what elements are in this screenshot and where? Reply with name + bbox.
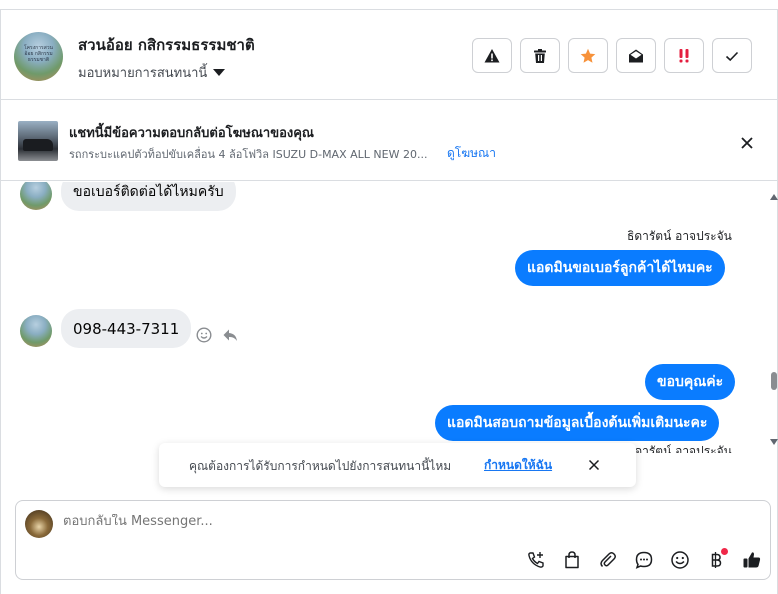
ad-reply-banner: แชทนี้มีข้อความตอบกลับต่อโฆษณาของคุณ รถก… bbox=[1, 101, 777, 181]
assign-conversation-dropdown[interactable]: มอบหมายการสนทนานี้ bbox=[78, 62, 226, 83]
envelope-open-icon bbox=[629, 49, 643, 62]
delete-button[interactable] bbox=[520, 38, 560, 73]
assign-to-me-link[interactable]: กำหนดให้ฉัน bbox=[484, 456, 552, 475]
message-incoming[interactable]: ขอเบอร์ติดต่อได้ไหมครับ bbox=[61, 182, 236, 211]
message-composer bbox=[15, 500, 771, 580]
done-button[interactable] bbox=[712, 38, 752, 73]
message-sender-name: ธิดารัตน์ อาจประจัน bbox=[627, 229, 732, 243]
shop-button[interactable] bbox=[560, 548, 584, 572]
emoji-react-icon[interactable] bbox=[196, 327, 212, 343]
paperclip-icon bbox=[600, 552, 616, 568]
message-outgoing[interactable]: แอดมินขอเบอร์ลูกค้าได้ไหมคะ bbox=[515, 250, 725, 286]
saved-replies-button[interactable] bbox=[632, 548, 656, 572]
message-scrollbar[interactable] bbox=[767, 182, 778, 453]
emoji-button[interactable] bbox=[668, 548, 692, 572]
message-list[interactable]: ขอเบอร์ติดต่อได้ไหมครับ ธิดารัตน์ อาจประ… bbox=[1, 182, 767, 453]
reply-icon[interactable] bbox=[222, 327, 238, 343]
composer-tools bbox=[524, 548, 764, 572]
emoji-icon bbox=[671, 551, 689, 569]
assign-reminder-text: คุณต้องการได้รับการกำหนดไปยังการสนทนานี้… bbox=[189, 459, 452, 473]
star-button[interactable] bbox=[568, 38, 608, 73]
ad-banner-subtitle: รถกระบะแคปตัวท็อปขับเคลื่อน 4 ล้อโฟวิล I… bbox=[69, 148, 428, 161]
exclamation-icon bbox=[679, 48, 689, 62]
mark-unread-button[interactable] bbox=[616, 38, 656, 73]
message-outgoing[interactable]: แอดมินสอบถามข้อมูลเบื้องต้นเพิ่มเติมนะคะ bbox=[435, 405, 720, 441]
scroll-thumb[interactable] bbox=[771, 372, 777, 390]
scroll-up-arrow-icon[interactable] bbox=[770, 194, 778, 200]
contact-avatar-small[interactable] bbox=[20, 315, 52, 347]
contact-avatar-small[interactable] bbox=[20, 182, 52, 210]
page-avatar bbox=[25, 510, 53, 538]
star-icon bbox=[580, 48, 596, 63]
scroll-down-arrow-icon[interactable] bbox=[770, 439, 778, 445]
assign-label: มอบหมายการสนทนานี้ bbox=[78, 66, 208, 81]
trash-icon bbox=[534, 48, 546, 63]
follow-up-button[interactable] bbox=[664, 38, 704, 73]
close-toast-button[interactable] bbox=[586, 457, 602, 473]
spam-button[interactable] bbox=[472, 38, 512, 73]
notification-dot bbox=[721, 548, 728, 555]
ad-banner-title: แชทนี้มีข้อความตอบกลับต่อโฆษณาของคุณ bbox=[69, 126, 314, 141]
call-icon bbox=[528, 552, 544, 568]
message-incoming[interactable]: 098-443-7311 bbox=[61, 309, 192, 348]
thumbs-up-icon bbox=[743, 552, 761, 568]
message-outgoing[interactable]: ขอบคุณค่ะ bbox=[645, 364, 736, 400]
bag-icon bbox=[565, 551, 579, 569]
reply-input[interactable] bbox=[63, 514, 663, 529]
ad-thumbnail[interactable] bbox=[18, 121, 58, 161]
view-ad-link[interactable]: ดูโฆษณา bbox=[447, 144, 496, 163]
close-icon bbox=[588, 459, 600, 471]
attach-file-button[interactable] bbox=[596, 548, 620, 572]
contact-name[interactable]: สวนอ้อย กสิกรรมธรรมชาติ bbox=[78, 33, 255, 57]
assign-reminder-toast: คุณต้องการได้รับการกำหนดไปยังการสนทนานี้… bbox=[159, 443, 636, 487]
like-button[interactable] bbox=[740, 548, 764, 572]
header-actions bbox=[472, 38, 752, 73]
avatar-logo-text: โครงการสวนอ้อย กสิกรรมธรรมชาติ bbox=[24, 45, 53, 63]
conversation-panel: โครงการสวนอ้อย กสิกรรมธรรมชาติ สวนอ้อย ก… bbox=[0, 9, 778, 594]
call-button[interactable] bbox=[524, 548, 548, 572]
conversation-header: โครงการสวนอ้อย กสิกรรมธรรมชาติ สวนอ้อย ก… bbox=[1, 10, 777, 100]
close-banner-button[interactable] bbox=[737, 133, 757, 153]
message-actions bbox=[196, 327, 238, 343]
caret-down-icon bbox=[213, 69, 226, 76]
check-icon bbox=[725, 51, 739, 61]
contact-avatar[interactable]: โครงการสวนอ้อย กสิกรรมธรรมชาติ bbox=[14, 32, 63, 81]
close-icon bbox=[741, 137, 753, 149]
warning-icon bbox=[484, 48, 500, 62]
message-sender-name: ธิดารัตน์ อาจประจัน bbox=[627, 444, 732, 453]
payment-button[interactable] bbox=[704, 548, 728, 572]
chat-bubble-icon bbox=[635, 551, 653, 569]
